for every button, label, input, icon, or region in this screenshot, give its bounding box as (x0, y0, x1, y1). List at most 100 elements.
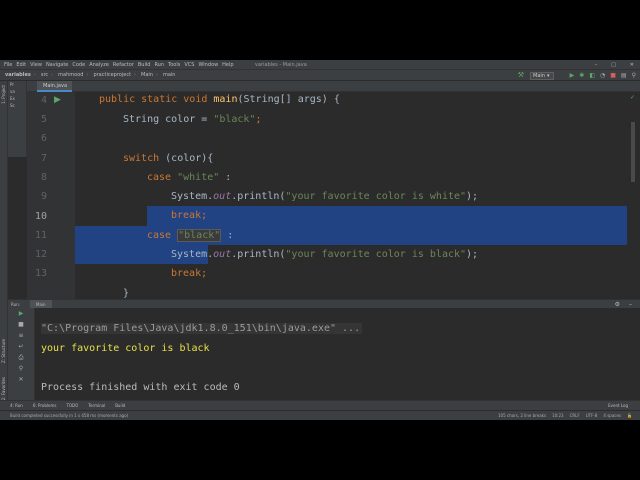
maximize-icon[interactable]: □ (611, 62, 616, 68)
breadcrumb-package-mahmood[interactable]: mahmood (58, 72, 83, 78)
line-number: 6 (40, 133, 47, 144)
event-log-button[interactable]: Event Log (608, 403, 628, 408)
status-caret-position[interactable]: 10:23 (552, 413, 564, 418)
window-controls: – □ ✕ (595, 62, 634, 68)
tool-window-structure[interactable]: Z: Structure (1, 339, 6, 363)
tool-window-favorites[interactable]: 2: Favorites (1, 377, 6, 400)
editor-scrollbar[interactable]: ✓ (627, 92, 640, 299)
window-title: variables - Main.java (255, 61, 307, 68)
run-icon[interactable]: ▶ (570, 72, 575, 79)
token-switch-expr: (color){ (165, 153, 214, 164)
scroll-icon[interactable]: ≡ (8, 330, 34, 341)
token-string: "white" (177, 172, 220, 183)
tool-window-build[interactable]: Build (115, 403, 125, 408)
menu-view[interactable]: View (30, 62, 42, 68)
tool-window-project[interactable]: 1: Project (1, 85, 6, 104)
build-hammer-icon[interactable]: ⚒ (518, 71, 524, 79)
pin-icon[interactable]: ⚲ (8, 363, 34, 374)
tool-window-terminal[interactable]: Terminal (88, 403, 105, 408)
status-selection: 105 chars, 2 line breaks (497, 413, 547, 418)
run-configuration-select[interactable]: Main ▾ (530, 72, 554, 80)
breadcrumb-project[interactable]: variables (5, 72, 31, 78)
menu-window[interactable]: Window (198, 62, 218, 68)
console-command-line: "C:\Program Files\Java\jdk1.8.0_151\bin\… (41, 323, 363, 334)
title-bar: File Edit View Navigate Code Analyze Ref… (0, 60, 640, 69)
print-icon[interactable]: ⎙ (8, 352, 34, 363)
close-icon[interactable]: ✕ (630, 62, 634, 68)
soft-wrap-icon[interactable]: ↵ (8, 341, 34, 352)
breadcrumb-class-main[interactable]: Main (141, 72, 153, 78)
tool-window-todo[interactable]: TODO (66, 403, 78, 408)
scrollbar-thumb[interactable] (631, 122, 635, 182)
console-output[interactable]: "C:\Program Files\Java\jdk1.8.0_151\bin\… (35, 308, 640, 406)
run-toolbar: ▶ ■ ≡ ↵ ⎙ ⚲ ✕ (8, 308, 35, 406)
run-panel-header: Run: Main ⚙ – (8, 299, 640, 309)
stop-icon[interactable]: ■ (8, 319, 34, 330)
project-tree-header[interactable]: Pr (8, 81, 26, 88)
status-encoding[interactable]: UTF-8 (586, 413, 598, 418)
token-system: System. (171, 249, 214, 260)
project-tree-item[interactable]: Sc (8, 102, 26, 109)
debug-icon[interactable]: ✱ (579, 72, 584, 79)
search-icon[interactable]: ⚲ (632, 72, 636, 79)
run-gutter-icon[interactable]: ▶ (54, 95, 61, 105)
menu-code[interactable]: Code (72, 62, 85, 68)
project-tree-item[interactable]: va (8, 88, 26, 95)
token-params: (String[] args) { (237, 94, 340, 105)
run-label: Run: (11, 302, 21, 307)
menu-edit[interactable]: Edit (16, 62, 26, 68)
editor-gutter: 4 ▶ 5 6 7 8 9 10 11 12 13 (27, 92, 75, 299)
stop-icon[interactable]: ■ (610, 72, 616, 79)
settings-gear-icon[interactable]: ⚙ (615, 301, 620, 308)
profile-icon[interactable]: ◔ (600, 72, 605, 79)
coverage-icon[interactable]: ◧ (589, 72, 595, 79)
tab-main-java[interactable]: Main.java (37, 81, 72, 92)
breadcrumb-src[interactable]: src (41, 72, 48, 78)
status-bar: Build completed successfully in 1 s 458 … (0, 410, 640, 420)
code-line-5: String color = "black"; (123, 110, 262, 129)
menu-file[interactable]: File (4, 62, 12, 68)
menu-navigate[interactable]: Navigate (46, 62, 68, 68)
rerun-icon[interactable]: ▶ (8, 308, 34, 319)
console-exit-message: Process finished with exit code 0 (41, 382, 240, 393)
code-line-4: public static void main(String[] args) { (99, 92, 340, 109)
token-keyword-case: case (147, 172, 178, 183)
menu-tools[interactable]: Tools (168, 62, 180, 68)
chevron-right-icon: › (134, 72, 137, 78)
code-line-10: break; (171, 206, 207, 225)
token-string: "black" (213, 114, 256, 125)
token-close: ); (466, 191, 479, 202)
chevron-right-icon: › (33, 72, 36, 78)
status-indent[interactable]: 4 spaces (603, 413, 621, 418)
menu-bar: File Edit View Navigate Code Analyze Ref… (4, 62, 238, 68)
code-line-7: switch (color){ (123, 149, 213, 168)
code-line-8: case "white" : (147, 168, 231, 187)
breadcrumb-package-practiceproject[interactable]: practiceproject (93, 72, 131, 78)
token-println: .println( (231, 249, 286, 260)
code-editor[interactable]: public static void main(String[] args) {… (75, 92, 627, 299)
line-number: 5 (40, 114, 47, 125)
menu-build[interactable]: Build (138, 62, 151, 68)
breadcrumb-method-main[interactable]: main (163, 72, 176, 78)
minimize-icon[interactable]: – (595, 62, 598, 68)
tool-window-run[interactable]: 4: Run (10, 403, 23, 408)
project-structure-icon[interactable]: ▤ (621, 72, 627, 79)
menu-analyze[interactable]: Analyze (89, 62, 109, 68)
menu-refactor[interactable]: Refactor (113, 62, 134, 68)
status-right: 105 chars, 2 line breaks 10:23 CRLF UTF-… (498, 413, 632, 418)
clear-icon[interactable]: ✕ (8, 374, 34, 385)
console-program-output: your favorite color is black (41, 343, 210, 354)
tool-window-problems[interactable]: 6: Problems (33, 403, 57, 408)
menu-run[interactable]: Run (154, 62, 164, 68)
token-static-field: out (213, 191, 232, 202)
line-number: 13 (34, 268, 47, 279)
project-tree-item[interactable]: Ex (8, 95, 26, 102)
status-message[interactable]: Build completed successfully in 1 s 458 … (10, 413, 128, 418)
tool-window-bar: 4: Run 6: Problems TODO Terminal Build E… (0, 400, 640, 410)
status-line-separator[interactable]: CRLF (570, 413, 580, 418)
menu-help[interactable]: Help (222, 62, 233, 68)
minimize-panel-icon[interactable]: – (629, 301, 632, 308)
lock-icon[interactable]: 🔓 (627, 413, 632, 418)
run-config-label: Main (533, 73, 545, 79)
menu-vcs[interactable]: VCS (184, 62, 194, 68)
